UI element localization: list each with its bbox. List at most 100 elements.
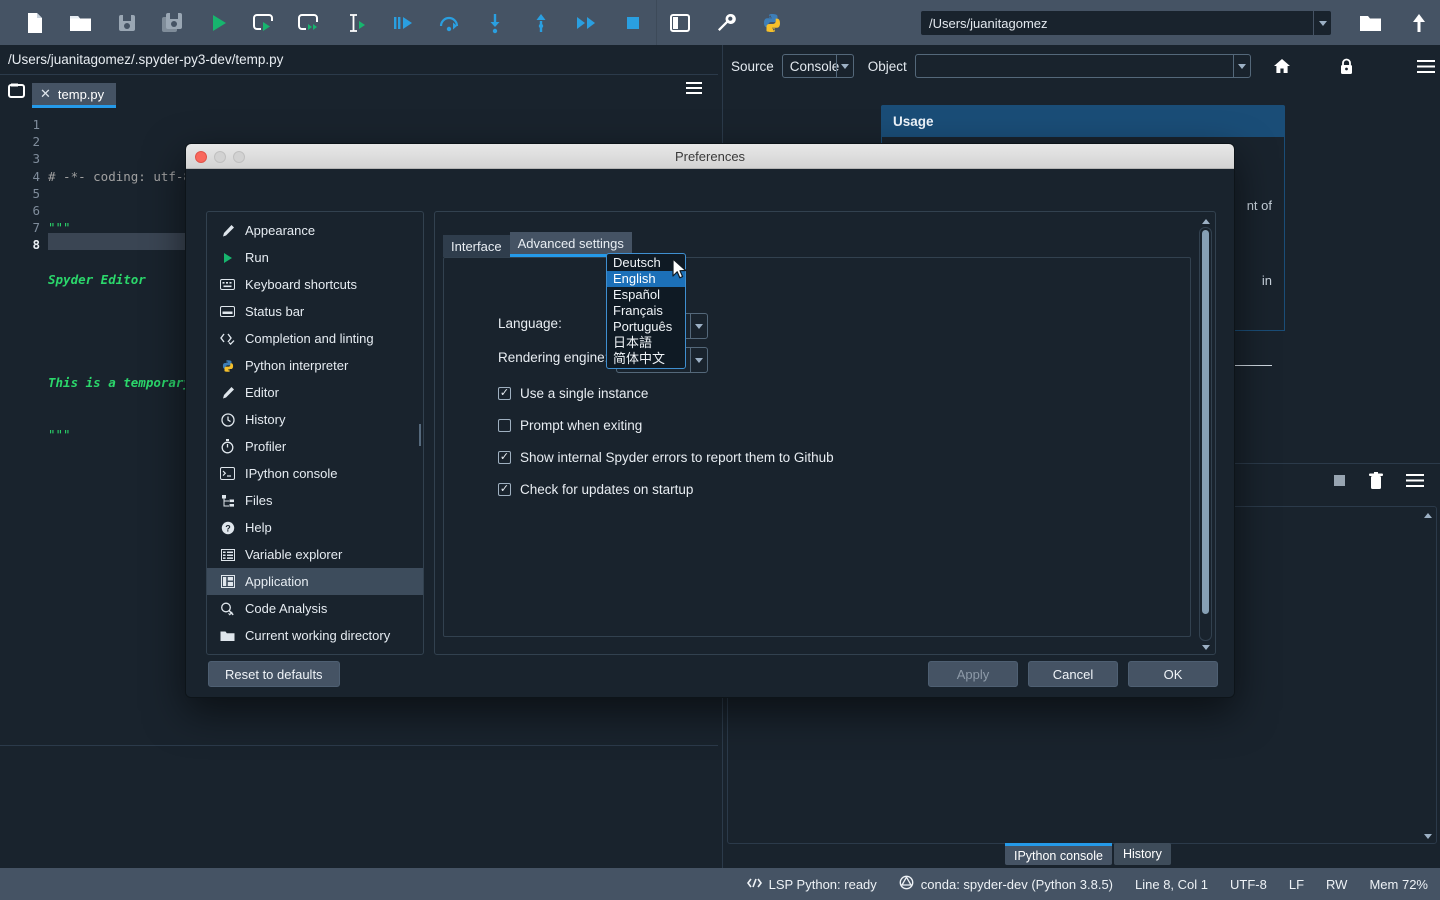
run-file-icon[interactable]	[196, 0, 242, 45]
scrollbar-track[interactable]	[1199, 227, 1212, 641]
chevron-down-icon[interactable]	[690, 314, 707, 338]
sidebar-item-history[interactable]: History	[207, 406, 423, 433]
preferences-content-scrollbar[interactable]	[1199, 215, 1212, 653]
tab-ipython-console[interactable]: IPython console	[1005, 843, 1112, 865]
sidebar-item-keyboard-shortcuts[interactable]: Keyboard shortcuts	[207, 271, 423, 298]
debug-file-icon[interactable]	[380, 0, 426, 45]
scrollbar-thumb[interactable]	[1202, 230, 1209, 614]
console-scrollbar[interactable]	[1422, 510, 1433, 842]
working-directory-combo[interactable]: /Users/juanitagomez	[920, 10, 1332, 36]
checkbox-box[interactable]: ✓	[498, 451, 511, 464]
sidebar-item-help[interactable]: ? Help	[207, 514, 423, 541]
stop-square-icon[interactable]	[1333, 474, 1346, 492]
language-option-espanol[interactable]: Español	[607, 287, 685, 303]
language-option-english[interactable]: English	[607, 271, 685, 287]
sidebar-scroll-indicator[interactable]	[419, 424, 421, 446]
ok-button[interactable]: OK	[1128, 661, 1218, 687]
editor-tab-temp-py[interactable]: ✕ temp.py	[32, 83, 116, 108]
console-options-hamburger-menu-icon[interactable]	[1406, 474, 1424, 492]
trash-icon[interactable]	[1368, 472, 1384, 495]
minimize-window-button[interactable]	[214, 151, 226, 163]
language-option-deutsch[interactable]: Deutsch	[607, 255, 685, 271]
toggle-panes-icon[interactable]	[657, 0, 703, 45]
sidebar-item-current-working-directory[interactable]: Current working directory	[207, 622, 423, 649]
editor-options-hamburger-menu-icon[interactable]	[686, 81, 702, 99]
browse-directory-icon[interactable]	[1348, 0, 1394, 45]
sidebar-item-profiler[interactable]: Profiler	[207, 433, 423, 460]
checkbox-box[interactable]	[498, 419, 511, 432]
step-over-icon[interactable]	[426, 0, 472, 45]
status-lsp[interactable]: LSP Python: ready	[747, 876, 877, 893]
zoom-window-button[interactable]	[233, 151, 245, 163]
sidebar-item-run[interactable]: Run	[207, 244, 423, 271]
reset-to-defaults-button[interactable]: Reset to defaults	[208, 661, 340, 687]
step-into-icon[interactable]	[472, 0, 518, 45]
language-option-portugues[interactable]: Português	[607, 319, 685, 335]
chevron-down-icon[interactable]	[836, 55, 853, 77]
help-object-input[interactable]	[915, 54, 1251, 78]
new-file-icon[interactable]	[12, 0, 58, 45]
language-option-simplified-chinese[interactable]: 简体中文	[607, 351, 685, 367]
preferences-category-list[interactable]: Appearance Run Keyboard shortcuts	[206, 211, 424, 655]
cancel-button[interactable]: Cancel	[1028, 661, 1118, 687]
preferences-wrench-icon[interactable]	[703, 0, 749, 45]
scroll-up-arrow-icon[interactable]	[1199, 215, 1212, 227]
apply-button[interactable]: Apply	[928, 661, 1018, 687]
scrollbar-track[interactable]	[1422, 521, 1433, 831]
home-icon[interactable]	[1267, 51, 1296, 81]
browse-tabs-icon[interactable]	[0, 74, 32, 106]
close-window-button[interactable]	[195, 151, 207, 163]
sidebar-item-python-interpreter[interactable]: Python interpreter	[207, 352, 423, 379]
save-all-icon[interactable]	[150, 0, 196, 45]
sidebar-item-variable-explorer[interactable]: Variable explorer	[207, 541, 423, 568]
chevron-down-icon[interactable]	[1313, 11, 1331, 35]
lock-icon[interactable]	[1332, 51, 1361, 81]
sidebar-item-files[interactable]: Files	[207, 487, 423, 514]
sidebar-item-application[interactable]: Application	[207, 568, 423, 595]
language-dropdown-popup[interactable]: Deutsch English Español Français Portugu…	[606, 253, 686, 369]
magnifier-check-icon	[220, 601, 235, 616]
step-return-icon[interactable]	[518, 0, 564, 45]
run-selection-icon[interactable]	[334, 0, 380, 45]
status-cursor-label: Line 8, Col 1	[1135, 877, 1208, 892]
help-options-hamburger-menu-icon[interactable]	[1411, 51, 1440, 81]
usage-header-label: Usage	[893, 114, 934, 129]
chevron-down-icon[interactable]	[1233, 55, 1250, 77]
checkbox-label: Check for updates on startup	[520, 482, 693, 497]
status-conda[interactable]: conda: spyder-dev (Python 3.8.5)	[899, 875, 1113, 893]
checkbox-check-for-updates-on-startup[interactable]: ✓ Check for updates on startup	[498, 482, 693, 497]
open-file-icon[interactable]	[58, 0, 104, 45]
sidebar-item-code-analysis[interactable]: Code Analysis	[207, 595, 423, 622]
close-icon[interactable]: ✕	[40, 86, 51, 102]
lsp-icon	[747, 876, 762, 893]
scroll-up-arrow-icon[interactable]	[1422, 510, 1433, 521]
parent-directory-icon[interactable]	[1396, 0, 1440, 45]
checkbox-use-a-single-instance[interactable]: ✓ Use a single instance	[498, 386, 648, 401]
sidebar-item-appearance[interactable]: Appearance	[207, 217, 423, 244]
stop-debug-icon[interactable]	[610, 0, 656, 45]
line-number-current: 8	[8, 236, 40, 253]
sidebar-item-editor[interactable]: Editor	[207, 379, 423, 406]
checkbox-box[interactable]: ✓	[498, 387, 511, 400]
preferences-titlebar[interactable]: Preferences	[186, 144, 1234, 169]
tab-interface[interactable]: Interface	[443, 235, 510, 257]
sidebar-item-status-bar[interactable]: Status bar	[207, 298, 423, 325]
tab-history[interactable]: History	[1114, 843, 1171, 865]
help-source-combo[interactable]: Console	[782, 54, 854, 78]
checkbox-prompt-when-exiting[interactable]: Prompt when exiting	[498, 418, 642, 433]
editor-horizontal-splitter[interactable]	[0, 745, 718, 746]
run-cell-icon[interactable]	[242, 0, 288, 45]
language-option-francais[interactable]: Français	[607, 303, 685, 319]
save-file-icon[interactable]	[104, 0, 150, 45]
checkbox-show-internal-spyder-errors[interactable]: ✓ Show internal Spyder errors to report …	[498, 450, 834, 465]
checkbox-box[interactable]: ✓	[498, 483, 511, 496]
language-option-japanese[interactable]: 日本語	[607, 335, 685, 351]
scroll-down-arrow-icon[interactable]	[1422, 831, 1433, 842]
chevron-down-icon[interactable]	[690, 348, 707, 372]
folder-icon	[220, 628, 235, 643]
sidebar-item-ipython-console[interactable]: IPython console	[207, 460, 423, 487]
run-cell-advance-icon[interactable]	[288, 0, 334, 45]
python-path-manager-icon[interactable]	[749, 0, 795, 45]
sidebar-item-completion-and-linting[interactable]: Completion and linting	[207, 325, 423, 352]
continue-icon[interactable]	[564, 0, 610, 45]
